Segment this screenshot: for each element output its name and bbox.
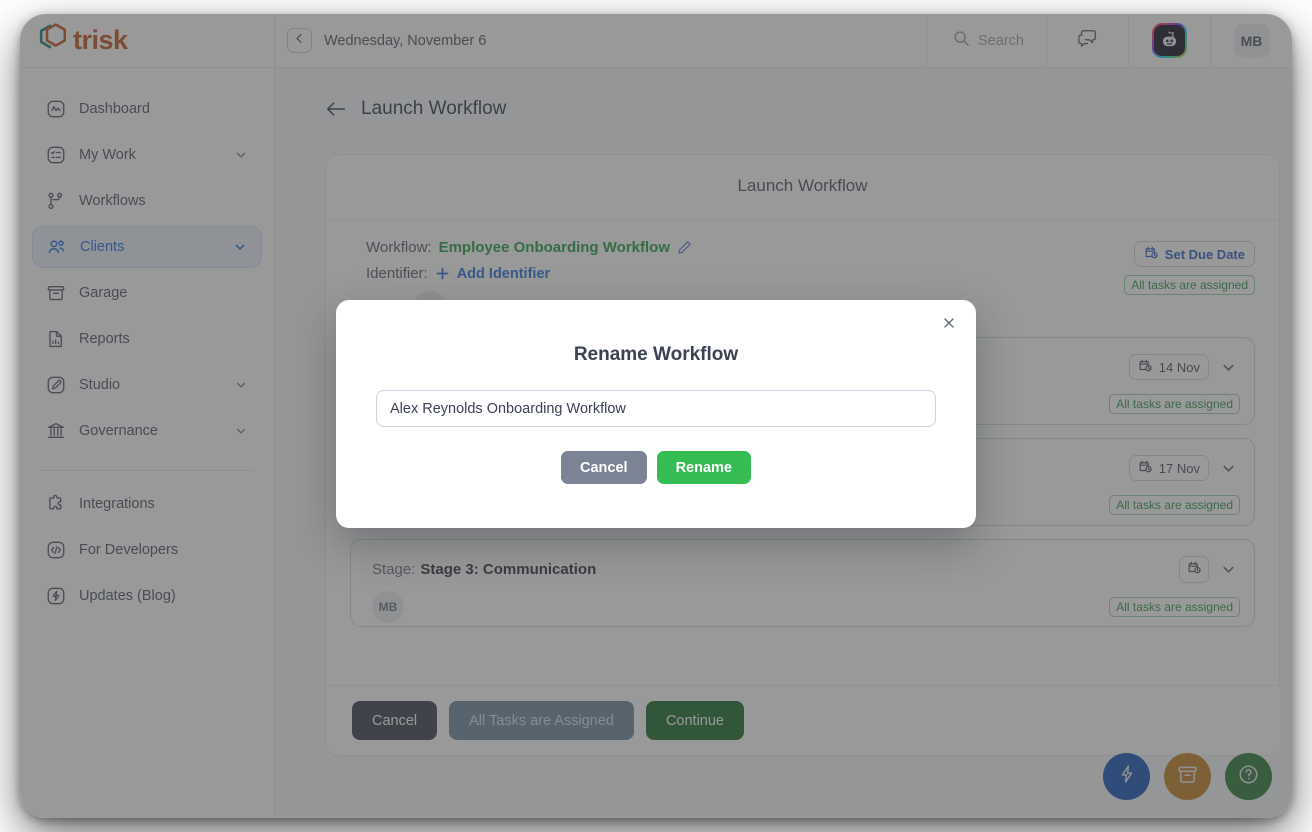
app-window: trisk Wednesday, November 6 Search xyxy=(20,14,1292,818)
workflow-name-input[interactable] xyxy=(376,390,936,427)
modal-cancel-button[interactable]: Cancel xyxy=(561,451,647,484)
modal-rename-button[interactable]: Rename xyxy=(656,451,751,484)
modal-title: Rename Workflow xyxy=(573,344,739,365)
close-icon[interactable] xyxy=(938,312,960,334)
modal-actions: Cancel Rename xyxy=(336,451,976,484)
rename-workflow-modal: Rename Workflow Cancel Rename xyxy=(336,300,976,528)
